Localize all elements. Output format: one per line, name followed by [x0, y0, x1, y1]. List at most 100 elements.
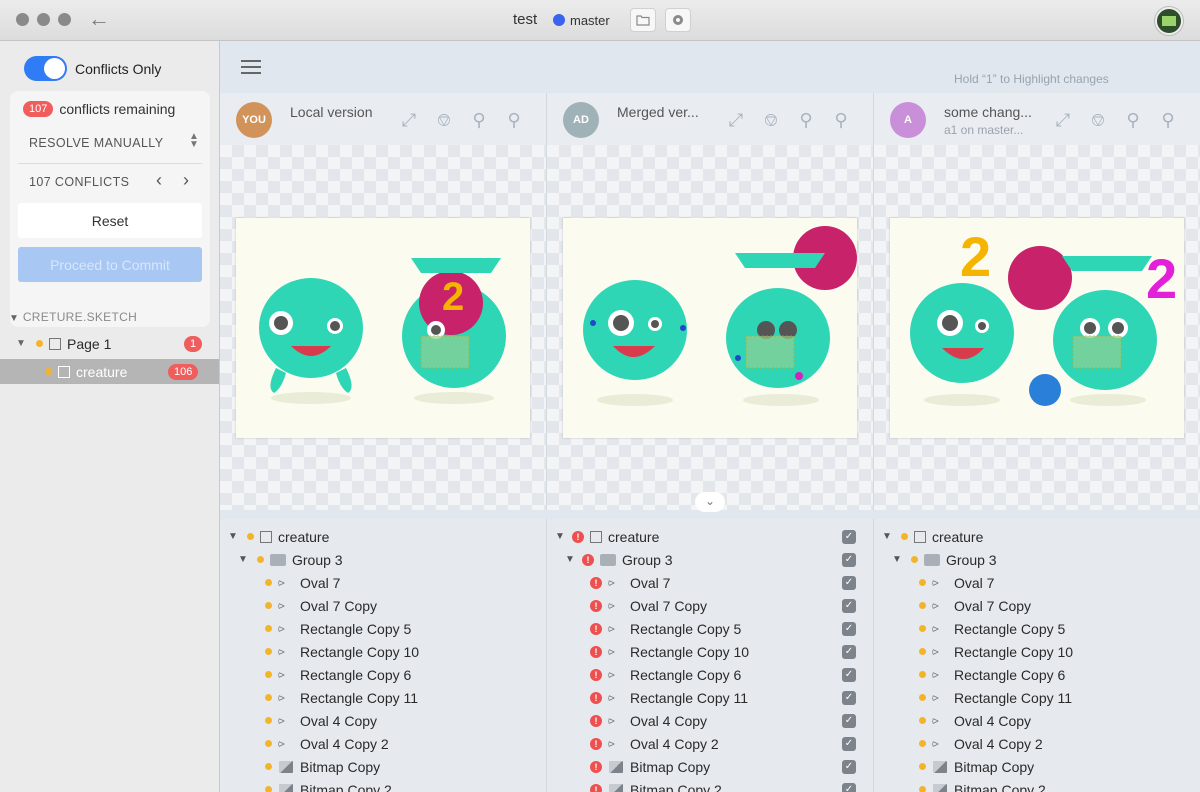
- reset-button[interactable]: Reset: [18, 203, 202, 238]
- branch-name[interactable]: master: [570, 13, 610, 28]
- layer-row[interactable]: ⪧ Rectangle Copy 11: [220, 686, 546, 709]
- collapse-triangle-icon[interactable]: ▼: [882, 531, 896, 542]
- artboard-tree-item[interactable]: creature 106: [0, 359, 219, 384]
- settings-button[interactable]: [665, 8, 691, 32]
- layer-row[interactable]: ! ⪧ Oval 4 Copy 2 ✓: [547, 732, 873, 755]
- toggle-knob: [44, 58, 65, 79]
- lasso-icon[interactable]: ⎊: [433, 109, 455, 131]
- layer-row[interactable]: Bitmap Copy: [220, 755, 546, 778]
- layer-checkbox[interactable]: ✓: [842, 690, 856, 705]
- collapse-triangle-icon[interactable]: ▼: [892, 554, 906, 565]
- layer-checkbox[interactable]: ✓: [842, 759, 856, 774]
- layer-row[interactable]: ⪧ Rectangle Copy 5: [220, 617, 546, 640]
- layer-row[interactable]: ⪧ Oval 4 Copy: [874, 709, 1200, 732]
- minimize-window-button[interactable]: [37, 13, 50, 26]
- collapse-triangle-icon[interactable]: ▼: [238, 554, 252, 565]
- fit-icon[interactable]: ⤢: [1052, 109, 1074, 131]
- layer-row[interactable]: ⪧ Rectangle Copy 11: [874, 686, 1200, 709]
- resolve-mode-select[interactable]: RESOLVE MANUALLY: [29, 136, 163, 150]
- fit-icon[interactable]: ⤢: [725, 109, 747, 131]
- canvas-area[interactable]: [547, 145, 874, 510]
- layer-row[interactable]: ⪧ Oval 7 Copy: [220, 594, 546, 617]
- layer-row[interactable]: ! ⪧ Oval 7 Copy ✓: [547, 594, 873, 617]
- zoom-out-icon[interactable]: ⚲: [1122, 109, 1144, 131]
- layer-row-artboard[interactable]: ▼ creature: [874, 525, 1200, 548]
- layer-row[interactable]: ⪧ Oval 4 Copy 2: [874, 732, 1200, 755]
- page-tree-item[interactable]: ▼ Page 1 1: [0, 332, 219, 355]
- collapse-triangle-icon[interactable]: ▼: [555, 531, 569, 542]
- layer-row-group[interactable]: ▼! Group 3 ✓: [547, 548, 873, 571]
- proceed-to-commit-button[interactable]: Proceed to Commit: [18, 247, 202, 282]
- layer-checkbox[interactable]: ✓: [842, 552, 856, 567]
- layer-checkbox[interactable]: ✓: [842, 598, 856, 613]
- select-arrows-icon[interactable]: ▲ ▼: [189, 132, 199, 150]
- layer-row[interactable]: ⪧ Oval 7: [874, 571, 1200, 594]
- collapse-triangle-icon[interactable]: ▼: [565, 554, 579, 565]
- layer-checkbox[interactable]: ✓: [842, 713, 856, 728]
- zoom-window-button[interactable]: [58, 13, 71, 26]
- collapse-triangle-icon[interactable]: ▼: [16, 338, 28, 349]
- layer-row[interactable]: ⪧ Oval 7 Copy: [874, 594, 1200, 617]
- lasso-icon[interactable]: ⎊: [1087, 109, 1109, 131]
- expand-panel-button[interactable]: ⌄: [695, 492, 725, 512]
- layer-checkbox[interactable]: ✓: [842, 667, 856, 682]
- layer-row[interactable]: ⪧ Oval 7: [220, 571, 546, 594]
- layer-row[interactable]: ⪧ Rectangle Copy 6: [874, 663, 1200, 686]
- canvas-area[interactable]: 2: [220, 145, 547, 510]
- layer-row-artboard[interactable]: ▼! creature ✓: [547, 525, 873, 548]
- layer-row[interactable]: ! ⪧ Oval 7 ✓: [547, 571, 873, 594]
- page-conflict-badge: 1: [184, 335, 203, 352]
- close-window-button[interactable]: [16, 13, 29, 26]
- artboard-preview[interactable]: 2: [236, 218, 530, 438]
- previous-conflict-button[interactable]: ‹: [156, 170, 162, 191]
- folder-button[interactable]: [630, 8, 656, 32]
- layer-row[interactable]: ⪧ Rectangle Copy 5: [874, 617, 1200, 640]
- layer-row[interactable]: ⪧ Oval 4 Copy 2: [220, 732, 546, 755]
- layer-row[interactable]: ⪧ Rectangle Copy 10: [220, 640, 546, 663]
- modified-dot-icon: [919, 694, 926, 701]
- layer-row[interactable]: Bitmap Copy 2: [220, 778, 546, 792]
- collapse-triangle-icon[interactable]: ▼: [228, 531, 242, 542]
- fit-icon[interactable]: ⤢: [398, 109, 420, 131]
- modified-dot-icon: [45, 368, 52, 375]
- collapse-triangle-icon[interactable]: ▼: [9, 313, 19, 324]
- file-tree-header[interactable]: ▼ CRETURE.SKETCH: [9, 310, 137, 324]
- layer-row[interactable]: ! ⪧ Rectangle Copy 6 ✓: [547, 663, 873, 686]
- layer-checkbox[interactable]: ✓: [842, 782, 856, 792]
- layer-checkbox[interactable]: ✓: [842, 621, 856, 636]
- layer-row[interactable]: ⪧ Rectangle Copy 6: [220, 663, 546, 686]
- conflict-icon: !: [590, 668, 602, 681]
- lasso-icon[interactable]: ⎊: [760, 109, 782, 131]
- layer-row[interactable]: ! ⪧ Rectangle Copy 5 ✓: [547, 617, 873, 640]
- layer-checkbox[interactable]: ✓: [842, 644, 856, 659]
- layer-checkbox[interactable]: ✓: [842, 529, 856, 544]
- layer-row[interactable]: Bitmap Copy: [874, 755, 1200, 778]
- user-avatar[interactable]: [1155, 7, 1183, 35]
- layer-label: Oval 7: [300, 574, 341, 591]
- canvas-area[interactable]: 2 2: [874, 145, 1200, 510]
- layer-row[interactable]: ! ⪧ Rectangle Copy 10 ✓: [547, 640, 873, 663]
- next-conflict-button[interactable]: ›: [183, 170, 189, 191]
- back-arrow-icon[interactable]: ←: [88, 8, 110, 30]
- layer-row[interactable]: ⪧ Oval 4 Copy: [220, 709, 546, 732]
- conflicts-only-toggle[interactable]: [24, 56, 67, 81]
- layer-row[interactable]: Bitmap Copy 2: [874, 778, 1200, 792]
- layer-row[interactable]: ! Bitmap Copy 2 ✓: [547, 778, 873, 792]
- menu-icon[interactable]: [241, 60, 261, 78]
- artboard-preview[interactable]: 2 2: [890, 218, 1184, 438]
- layer-row-artboard[interactable]: ▼ creature: [220, 525, 546, 548]
- layer-row[interactable]: ⪧ Rectangle Copy 10: [874, 640, 1200, 663]
- layer-row-group[interactable]: ▼ Group 3: [874, 548, 1200, 571]
- zoom-out-icon[interactable]: ⚲: [468, 109, 490, 131]
- layer-row-group[interactable]: ▼ Group 3: [220, 548, 546, 571]
- artboard-preview[interactable]: [563, 218, 857, 438]
- zoom-in-icon[interactable]: ⚲: [830, 109, 852, 131]
- layer-row[interactable]: ! ⪧ Oval 4 Copy ✓: [547, 709, 873, 732]
- zoom-in-icon[interactable]: ⚲: [1157, 109, 1179, 131]
- layer-row[interactable]: ! ⪧ Rectangle Copy 11 ✓: [547, 686, 873, 709]
- layer-row[interactable]: ! Bitmap Copy ✓: [547, 755, 873, 778]
- layer-checkbox[interactable]: ✓: [842, 736, 856, 751]
- layer-checkbox[interactable]: ✓: [842, 575, 856, 590]
- zoom-out-icon[interactable]: ⚲: [795, 109, 817, 131]
- zoom-in-icon[interactable]: ⚲: [503, 109, 525, 131]
